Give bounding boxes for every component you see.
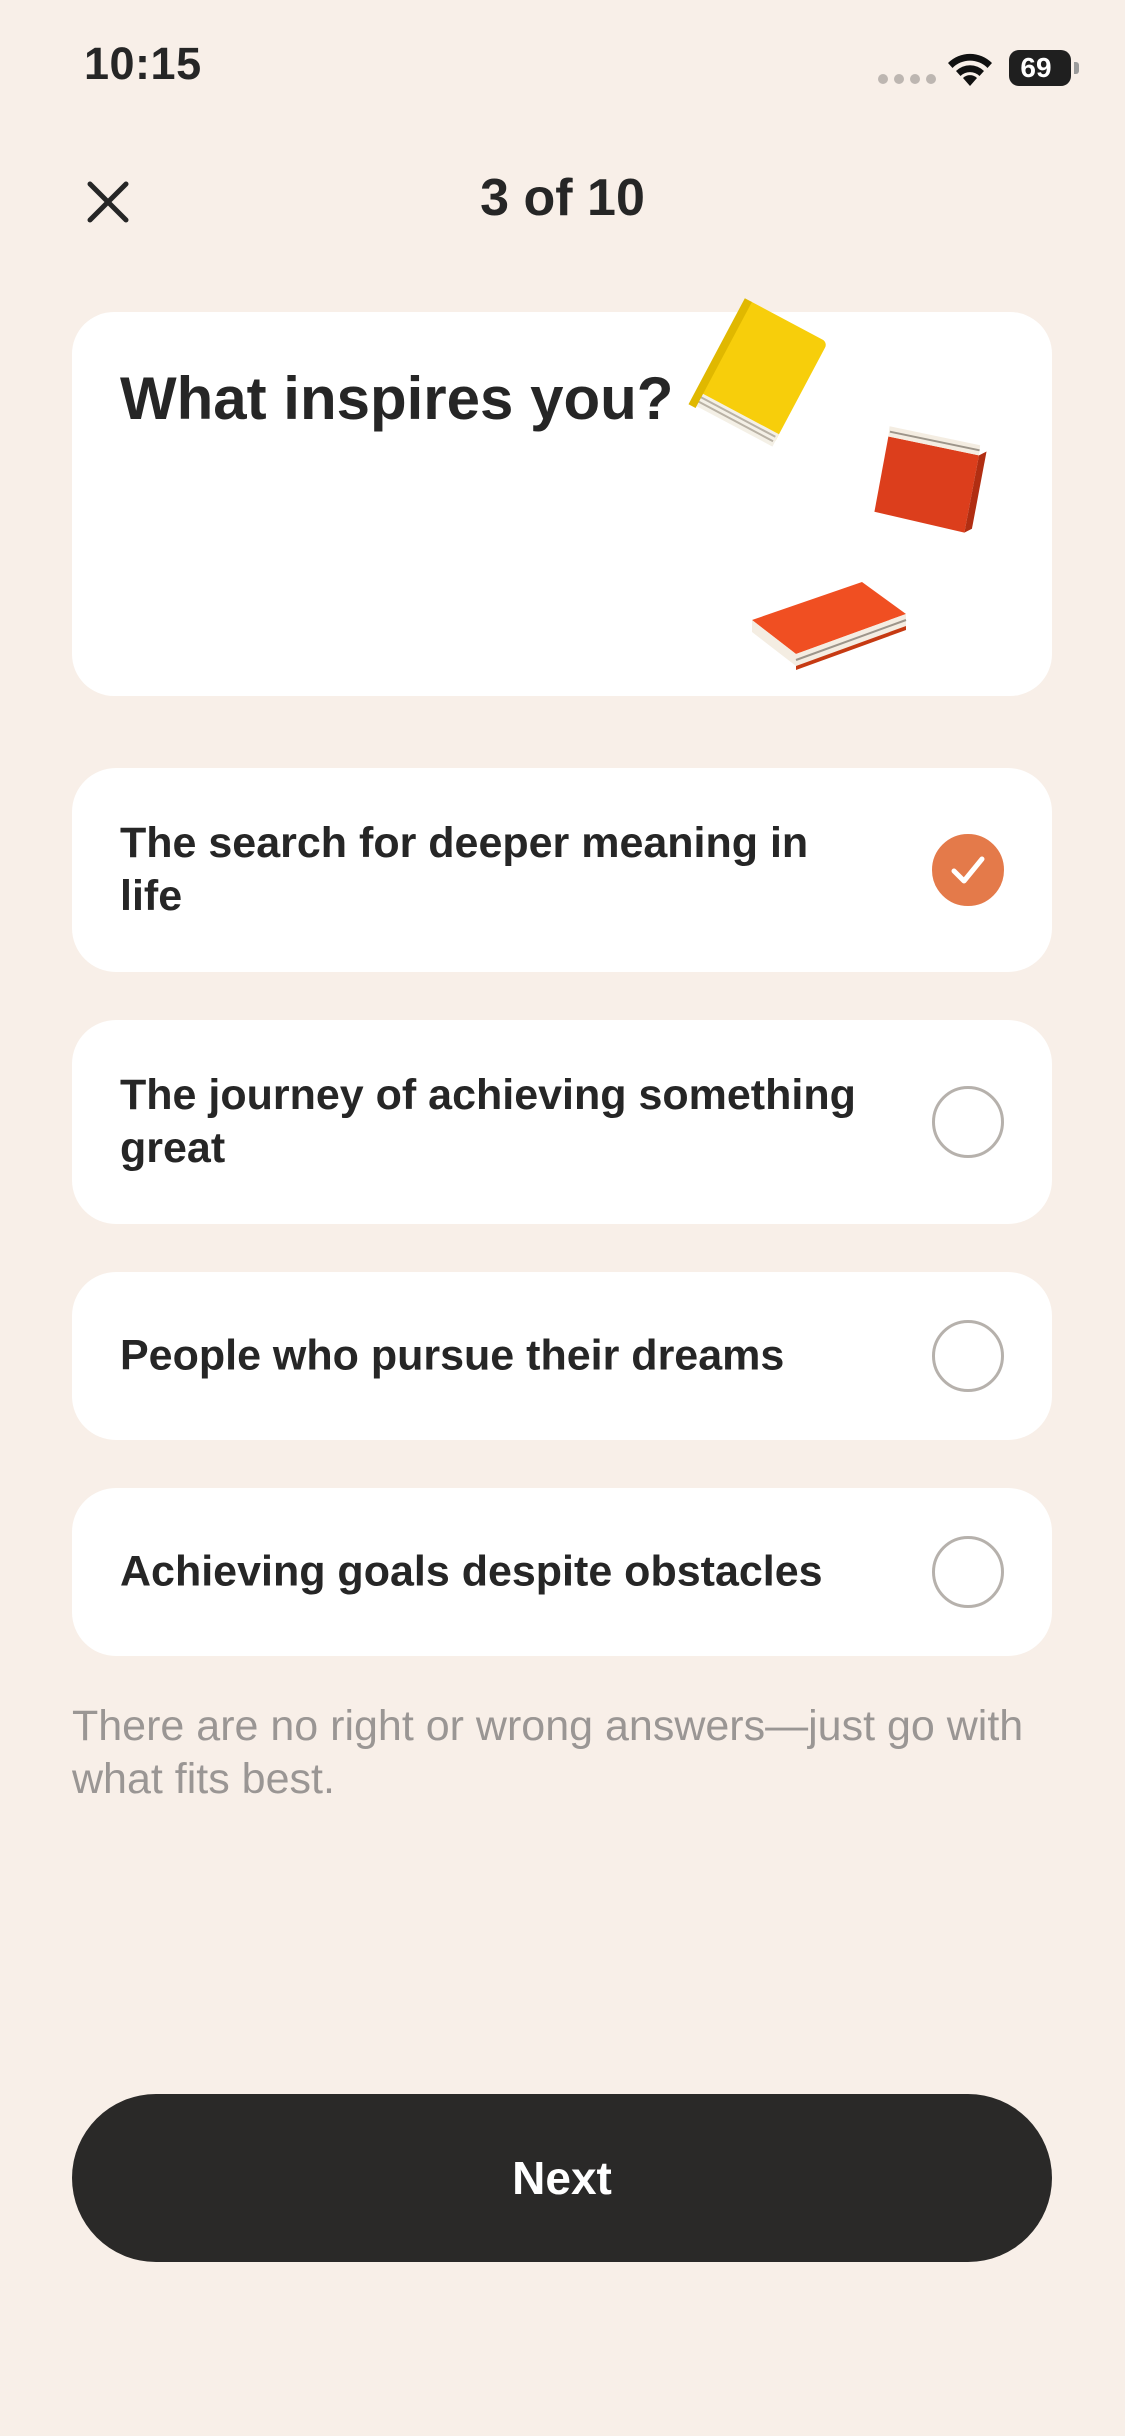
- option-pursue-dreams[interactable]: People who pursue their dreams: [72, 1272, 1052, 1440]
- hint-text: There are no right or wrong answers—just…: [72, 1702, 1024, 1803]
- question-title: What inspires you?: [120, 365, 674, 432]
- status-bar: 10:15 69: [0, 0, 1125, 140]
- next-button[interactable]: Next: [72, 2094, 1052, 2262]
- cellular-signal-icon: [878, 74, 936, 84]
- option-label: Achieving goals despite obstacles: [120, 1547, 823, 1596]
- wifi-icon: [948, 53, 992, 86]
- question-card: What inspires you?: [72, 312, 1052, 696]
- option-deeper-meaning[interactable]: The search for deeper meaning in life: [72, 768, 1052, 972]
- battery-icon: 69: [1009, 50, 1079, 86]
- option-label: The journey of achieving something great: [120, 1071, 856, 1172]
- option-achieving-great[interactable]: The journey of achieving something great: [72, 1020, 1052, 1224]
- progress-indicator: 3 of 10: [480, 169, 645, 227]
- battery-level: 69: [1020, 52, 1052, 83]
- radio-unselected-icon[interactable]: [932, 1536, 1004, 1608]
- radio-selected-checkmark-icon[interactable]: [932, 834, 1004, 906]
- top-nav: 3 of 10: [0, 150, 1125, 250]
- status-time: 10:15: [84, 38, 202, 89]
- option-goals-obstacles[interactable]: Achieving goals despite obstacles: [72, 1488, 1052, 1656]
- radio-unselected-icon[interactable]: [932, 1320, 1004, 1392]
- option-label: The search for deeper meaning in life: [120, 819, 809, 920]
- radio-unselected-icon[interactable]: [932, 1086, 1004, 1158]
- option-label: People who pursue their dreams: [120, 1331, 785, 1380]
